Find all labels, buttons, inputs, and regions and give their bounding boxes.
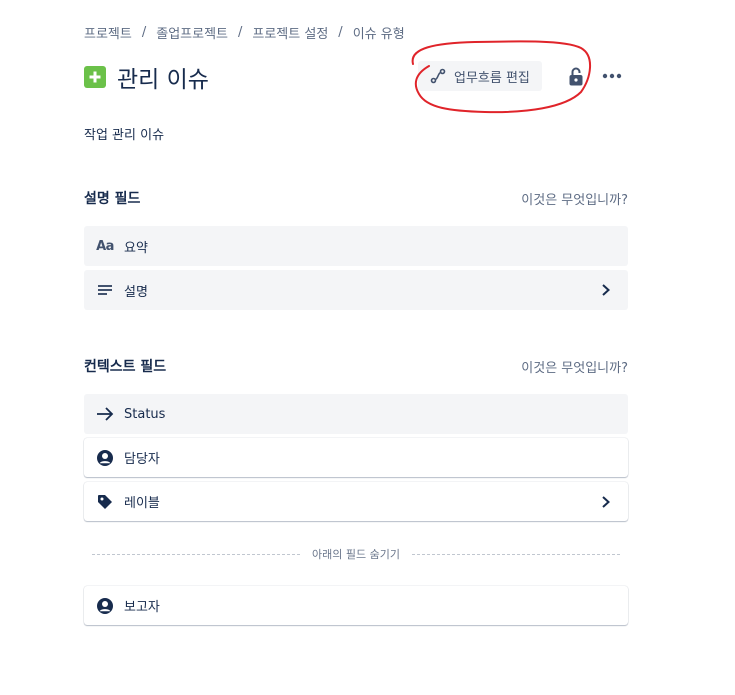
divider-line [92, 553, 301, 555]
field-summary: Aa 요약 [84, 226, 628, 266]
breadcrumb-separator: / [141, 25, 147, 40]
chevron-right-icon[interactable] [594, 278, 618, 302]
context-fields-header: 컨텍스트 필드 이것은 무엇입니까? [84, 356, 628, 376]
section-title: 설명 필드 [84, 191, 141, 207]
help-link[interactable]: 이것은 무엇입니까? [521, 189, 628, 208]
align-left-icon [95, 280, 115, 300]
page-title: 관리 이슈 [117, 67, 209, 93]
field-label: 설명 [124, 284, 148, 300]
plus-square-icon [84, 66, 106, 88]
field-labels[interactable]: 레이블 [84, 482, 628, 521]
edit-workflow-label: 업무흐름 편집 [454, 70, 530, 86]
divider-line [411, 553, 621, 555]
chevron-right-icon[interactable] [594, 490, 618, 514]
help-link[interactable]: 이것은 무엇입니까? [521, 357, 628, 376]
field-assignee[interactable]: 담당자 [84, 438, 628, 477]
hidden-fields-divider: 아래의 필드 숨기기 [92, 544, 621, 564]
field-description[interactable]: 설명 [84, 270, 628, 310]
breadcrumb-issue-types[interactable]: 이슈 유형 [353, 23, 405, 42]
person-circle-icon [95, 596, 115, 616]
workflow-icon [430, 68, 446, 84]
page-header: 관리 이슈 [84, 60, 628, 94]
field-label: 레이블 [124, 496, 160, 511]
description-fields-header: 설명 필드 이것은 무엇입니까? [84, 188, 628, 208]
more-horizontal-icon[interactable] [600, 66, 624, 86]
field-label: 담당자 [124, 452, 160, 467]
field-status: Status [84, 394, 628, 434]
edit-workflow-button[interactable]: 업무흐름 편집 [418, 61, 542, 91]
field-label: 요약 [124, 240, 148, 256]
person-circle-icon [95, 448, 115, 468]
breadcrumb-separator: / [338, 25, 343, 40]
breadcrumb-separator: / [238, 25, 243, 40]
tag-icon [95, 492, 115, 512]
field-reporter[interactable]: 보고자 [84, 586, 628, 625]
breadcrumb-projects[interactable]: 프로젝트 [84, 23, 132, 42]
arrow-right-icon [95, 404, 115, 424]
breadcrumb-project[interactable]: 졸업프로젝트 [156, 23, 228, 42]
field-label: Status [124, 406, 166, 422]
text-aa-icon: Aa [96, 238, 114, 254]
breadcrumb: 프로젝트 / 졸업프로젝트 / 프로젝트 설정 / 이슈 유형 [84, 23, 405, 42]
breadcrumb-project-settings[interactable]: 프로젝트 설정 [252, 23, 328, 42]
section-title: 컨텍스트 필드 [84, 359, 167, 375]
field-label: 보고자 [124, 600, 160, 615]
divider-label: 아래의 필드 숨기기 [312, 548, 400, 561]
unlock-icon[interactable] [566, 64, 586, 88]
issue-type-description: 작업 관리 이슈 [84, 128, 165, 143]
